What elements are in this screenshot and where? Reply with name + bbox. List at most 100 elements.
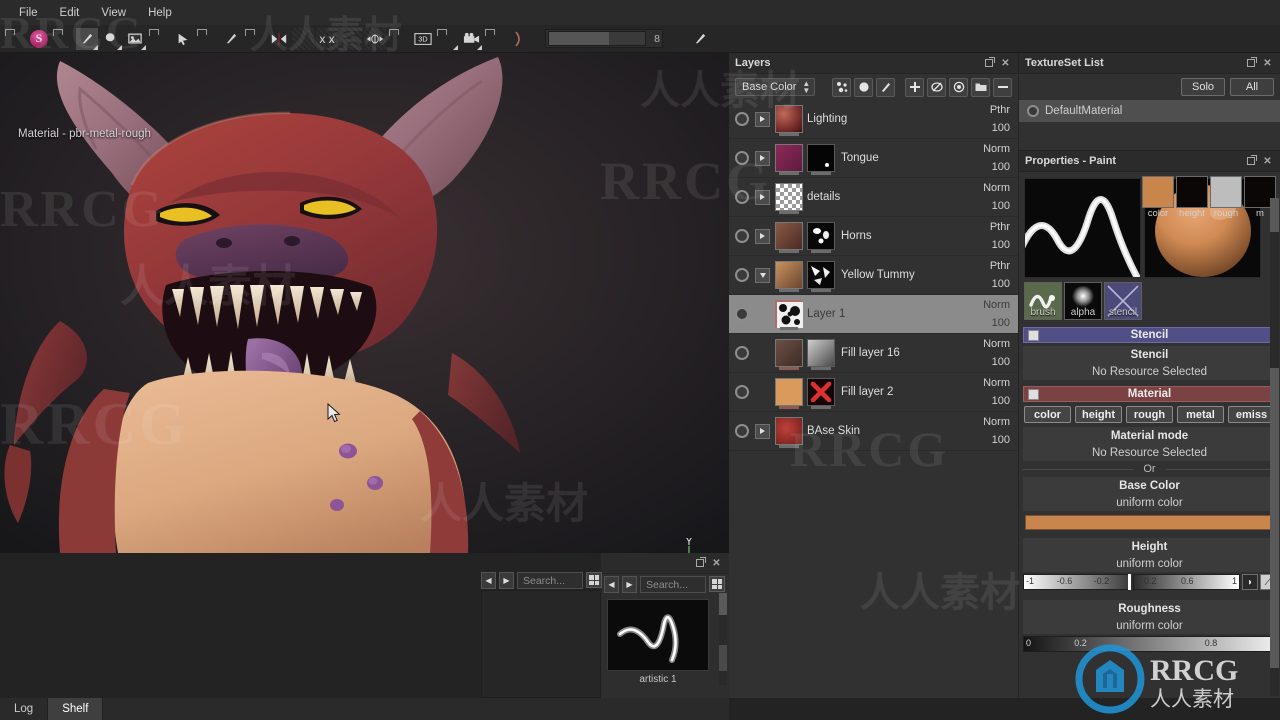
layer-thumbnail[interactable] <box>775 378 803 409</box>
brush-pressure-icon[interactable] <box>689 28 711 50</box>
float-icon[interactable] <box>693 557 706 570</box>
visibility-toggle-icon[interactable] <box>1027 105 1039 117</box>
effects-icon[interactable] <box>832 77 851 97</box>
layer-row[interactable]: details Norm 100 <box>729 178 1018 217</box>
polygon-fill-icon[interactable] <box>172 28 194 50</box>
artistic-1-thumb[interactable] <box>607 599 709 671</box>
brush-search-input[interactable]: Search... <box>640 576 706 593</box>
layer-blend-mode[interactable]: Norm <box>966 374 1010 392</box>
add-fill-layer-icon[interactable] <box>927 77 946 97</box>
layer-mask-thumbnail[interactable] <box>807 144 835 175</box>
brush-asset-list[interactable]: artistic 1 <box>601 595 729 689</box>
layer-row[interactable]: Lighting Pthr 100 <box>729 100 1018 139</box>
next-icon[interactable]: ▶ <box>499 572 514 589</box>
tear-off-handle-1[interactable] <box>4 28 26 50</box>
prev-icon[interactable]: ◀ <box>604 576 619 593</box>
layer-blend-mode[interactable]: Pthr <box>966 101 1010 119</box>
alpha-resource-item[interactable]: alpha <box>1064 282 1102 320</box>
height-slider-row[interactable]: -1 -0.6 -0.2 0.2 0.6 1 ◗ ⟋ <box>1019 572 1280 592</box>
channel-selector-dropdown[interactable]: Base Color ▲ ▼ <box>735 78 816 96</box>
xx-symmetry-icon[interactable]: x x <box>316 27 338 50</box>
layer-blend-mode[interactable]: Pthr <box>966 257 1010 275</box>
brush-size-track[interactable] <box>548 31 647 46</box>
alpha-resource-thumb[interactable]: alpha <box>1064 282 1102 320</box>
layer-visibility-icon[interactable] <box>735 307 749 321</box>
layer-visibility-icon[interactable] <box>735 346 749 360</box>
grid-view-icon[interactable] <box>586 572 602 588</box>
tab-log[interactable]: Log <box>0 698 49 720</box>
tear-off-handle-7[interactable] <box>340 27 362 50</box>
layer-opacity[interactable]: 100 <box>966 119 1010 137</box>
brush-tool-icon[interactable] <box>76 27 98 50</box>
tear-off-handle-3[interactable] <box>148 28 170 50</box>
material-btn-metal[interactable]: metal <box>1177 406 1224 423</box>
layer-row[interactable]: Fill layer 16 Norm 100 <box>729 334 1018 373</box>
brush-scrollbar[interactable] <box>719 593 727 685</box>
base-color-swatch[interactable] <box>1025 515 1274 530</box>
all-button[interactable]: All <box>1230 78 1274 96</box>
material-btn-color[interactable]: color <box>1024 406 1071 423</box>
layer-visibility-icon[interactable] <box>735 190 749 204</box>
menu-item-help[interactable]: Help <box>137 3 183 23</box>
layer-opacity[interactable]: 100 <box>966 158 1010 176</box>
layer-opacity[interactable]: 100 <box>966 275 1010 293</box>
projection-tool-icon[interactable] <box>124 28 146 50</box>
tear-off-handle-6[interactable] <box>292 27 314 50</box>
menu-item-edit[interactable]: Edit <box>49 3 91 23</box>
mirror-symmetry-icon[interactable] <box>268 28 290 50</box>
solo-button[interactable]: Solo <box>1181 78 1225 96</box>
brush-resource-thumb[interactable]: brush <box>1024 282 1062 320</box>
stencil-value[interactable]: No Resource Selected <box>1023 363 1276 380</box>
layer-list[interactable]: Lighting Pthr 100 Tongue Norm 100 details Norm 1… <box>729 100 1018 451</box>
close-icon[interactable]: ✕ <box>1261 155 1274 168</box>
add-mask-icon[interactable] <box>949 77 968 97</box>
mask-icon[interactable] <box>854 77 873 97</box>
layer-mask-thumbnail[interactable] <box>807 222 835 253</box>
material-btn-rough[interactable]: rough <box>1126 406 1173 423</box>
layer-visibility-icon[interactable] <box>735 424 749 438</box>
close-icon[interactable]: ✕ <box>999 57 1012 70</box>
layer-thumbnail[interactable] <box>775 417 803 448</box>
layer-row[interactable]: Layer 1 Norm 100 <box>729 295 1018 334</box>
channel-height[interactable]: height <box>1176 176 1208 219</box>
material-enable-checkbox[interactable] <box>1028 388 1039 400</box>
layer-blend-mode[interactable]: Norm <box>966 335 1010 353</box>
3d-viewport[interactable]: Material - pbr-metal-rough X Y Z <box>0 53 729 553</box>
layer-thumbnail[interactable] <box>775 144 803 175</box>
height-slider-left[interactable]: -1 -0.6 -0.2 <box>1023 574 1131 590</box>
layer-blend-mode[interactable]: Norm <box>966 179 1010 197</box>
grid-view-icon[interactable] <box>709 576 725 592</box>
material-btn-emiss[interactable]: emiss <box>1228 406 1275 423</box>
float-icon[interactable] <box>982 57 995 70</box>
layer-row[interactable]: Fill layer 2 Norm 100 <box>729 373 1018 412</box>
folder-toggle-icon[interactable] <box>755 111 770 127</box>
eraser-tool-icon[interactable] <box>100 28 122 50</box>
tear-off-handle-5[interactable] <box>244 28 266 50</box>
layer-row[interactable]: Yellow Tummy Pthr 100 <box>729 256 1018 295</box>
3d-view-icon[interactable]: 3D <box>412 28 434 50</box>
brush-resource-item[interactable]: brush <box>1024 282 1062 320</box>
shelf-search-input[interactable]: Search... <box>517 572 583 589</box>
float-icon[interactable] <box>1244 155 1257 168</box>
next-icon[interactable]: ▶ <box>622 576 637 593</box>
layer-visibility-icon[interactable] <box>735 268 749 282</box>
brush-size-slider[interactable]: 8 <box>545 29 663 48</box>
layer-row[interactable]: Tongue Norm 100 <box>729 139 1018 178</box>
layer-opacity[interactable]: 100 <box>966 392 1010 410</box>
layer-blend-mode[interactable]: Norm <box>966 413 1010 431</box>
asset-artistic-1[interactable]: artistic 1 <box>607 599 709 685</box>
layer-mask-thumbnail[interactable] <box>807 339 835 370</box>
menu-item-file[interactable]: File <box>8 3 49 23</box>
float-icon[interactable] <box>1244 57 1257 70</box>
tear-off-handle-8[interactable] <box>388 28 410 50</box>
height-slider-right[interactable]: 0.2 0.6 1 <box>1132 574 1240 590</box>
layer-visibility-icon[interactable] <box>735 151 749 165</box>
stencil-resource-thumb[interactable]: stencil <box>1104 282 1142 320</box>
render-mode-icon[interactable] <box>508 28 530 50</box>
layer-thumbnail[interactable] <box>775 183 803 214</box>
layer-row[interactable]: BAse Skin Norm 100 <box>729 412 1018 451</box>
prev-icon[interactable]: ◀ <box>481 572 496 589</box>
channel-rough[interactable]: rough <box>1210 176 1242 219</box>
channel-color[interactable]: color <box>1142 176 1174 219</box>
tear-off-handle-9[interactable] <box>436 28 458 50</box>
